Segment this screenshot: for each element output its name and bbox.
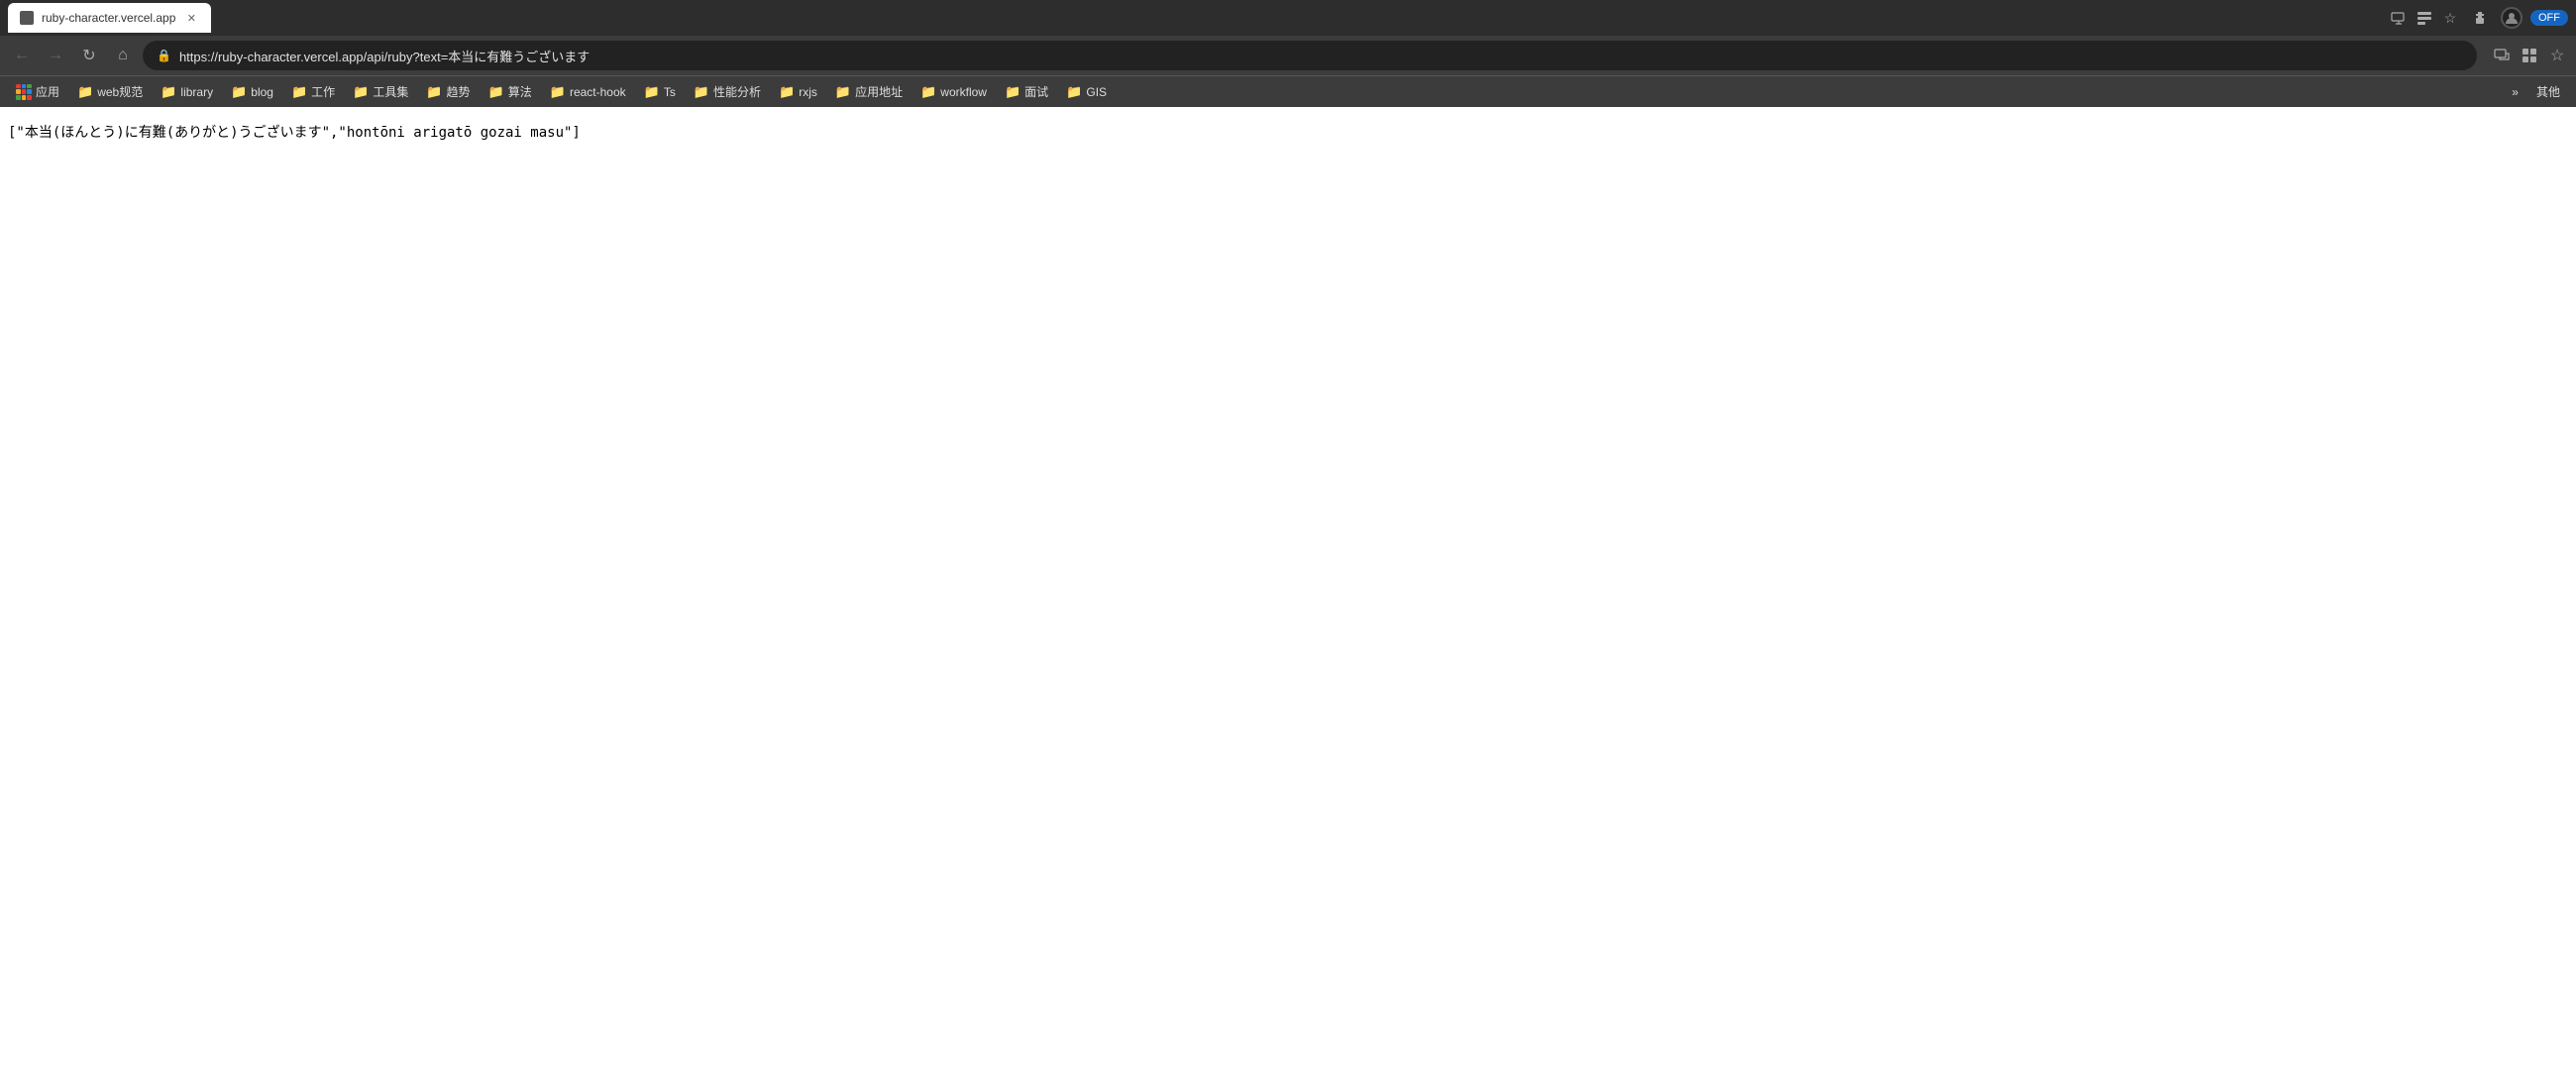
screen-mirror-icon[interactable] <box>2491 45 2513 66</box>
back-button[interactable]: ← <box>8 42 36 69</box>
bookmark-label: 工作 <box>311 83 335 100</box>
forward-button[interactable]: → <box>42 42 69 69</box>
address-bar[interactable]: 🔒 https://ruby-character.vercel.app/api/… <box>143 41 2477 70</box>
folder-icon: 📁 <box>920 84 936 100</box>
bookmark-item-react-hook[interactable]: 📁 react-hook <box>542 80 634 104</box>
url-text: https://ruby-character.vercel.app/api/ru… <box>179 47 2463 65</box>
bookmark-label: 性能分析 <box>713 83 761 100</box>
lock-icon: 🔒 <box>157 49 171 62</box>
bookmark-item-web-standards[interactable]: 📁 web规范 <box>69 79 151 104</box>
bookmark-label: library <box>180 85 213 99</box>
bookmark-item-gis[interactable]: 📁 GIS <box>1058 80 1115 104</box>
home-button[interactable]: ⌂ <box>109 42 137 69</box>
other-bookmarks-button[interactable]: 其他 <box>2528 79 2568 104</box>
bookmark-item-perf[interactable]: 📁 性能分析 <box>686 79 769 104</box>
tab-close-button[interactable]: ✕ <box>183 10 199 26</box>
folder-icon: 📁 <box>488 84 504 100</box>
folder-icon: 📁 <box>161 84 176 100</box>
bookmark-label: rxjs <box>799 85 817 99</box>
active-tab[interactable]: ruby-character.vercel.app ✕ <box>8 3 211 33</box>
folder-icon: 📁 <box>644 84 660 100</box>
bookmark-item-address[interactable]: 📁 应用地址 <box>827 79 911 104</box>
tab-title: ruby-character.vercel.app <box>42 11 175 25</box>
tab-favicon <box>20 11 34 25</box>
extensions-icon[interactable] <box>2467 5 2493 31</box>
bookmark-label: web规范 <box>97 83 143 100</box>
bookmark-label: GIS <box>1086 85 1107 99</box>
extension-toggle[interactable]: OFF <box>2530 10 2568 26</box>
bookmark-label: workflow <box>940 85 987 99</box>
folder-icon: 📁 <box>77 84 93 100</box>
toolbar-right-icons: ☆ <box>2491 45 2568 66</box>
tab-bar-icons: ☆ OFF <box>2390 5 2568 31</box>
bookmark-label: 工具集 <box>373 83 408 100</box>
tab-grid-icon[interactable] <box>2519 45 2540 66</box>
bookmarks-more-button[interactable]: » <box>2504 81 2526 103</box>
bookmark-label: 趋势 <box>447 83 471 100</box>
browser-chrome: ruby-character.vercel.app ✕ ☆ <box>0 0 2576 107</box>
json-response: ["本当(ほんとう)に有難(ありがと)うございます","hontōni arig… <box>8 123 2568 144</box>
browser-profile-icon[interactable] <box>2501 7 2522 29</box>
bookmark-label: 算法 <box>508 83 532 100</box>
bookmark-star-icon[interactable]: ☆ <box>2441 9 2459 27</box>
bookmark-item-tools[interactable]: 📁 工具集 <box>345 79 416 104</box>
folder-icon: 📁 <box>353 84 369 100</box>
favorites-star-icon[interactable]: ☆ <box>2546 45 2568 66</box>
apps-grid-icon <box>16 84 32 100</box>
extension-toggle-label: OFF <box>2538 12 2560 24</box>
address-bar-row: ← → ↻ ⌂ 🔒 https://ruby-character.vercel.… <box>0 36 2576 75</box>
bookmark-item-algorithms[interactable]: 📁 算法 <box>481 79 540 104</box>
bookmark-item-trends[interactable]: 📁 趋势 <box>418 79 478 104</box>
bookmark-item-library[interactable]: 📁 library <box>153 80 221 104</box>
page-content: ["本当(ほんとう)に有難(ありがと)うございます","hontōni arig… <box>0 107 2576 1090</box>
bookmark-item-blog[interactable]: 📁 blog <box>223 80 281 104</box>
bookmark-label: blog <box>251 85 273 99</box>
folder-icon: 📁 <box>835 84 851 100</box>
tab-bar: ruby-character.vercel.app ✕ ☆ <box>0 0 2576 36</box>
bookmark-item-ts[interactable]: 📁 Ts <box>636 80 684 104</box>
folder-icon: 📁 <box>291 84 307 100</box>
folder-icon: 📁 <box>231 84 247 100</box>
folder-icon: 📁 <box>779 84 795 100</box>
bookmark-label: react-hook <box>570 85 626 99</box>
bookmark-label: 应用地址 <box>855 83 903 100</box>
folder-icon: 📁 <box>694 84 709 100</box>
bookmark-item-interview[interactable]: 📁 面试 <box>997 79 1056 104</box>
bookmark-item-work[interactable]: 📁 工作 <box>283 79 343 104</box>
refresh-button[interactable]: ↻ <box>75 42 103 69</box>
folder-icon: 📁 <box>550 84 566 100</box>
bookmark-item-rxjs[interactable]: 📁 rxjs <box>771 80 825 104</box>
folder-icon: 📁 <box>1005 84 1020 100</box>
bookmark-item-workflow[interactable]: 📁 workflow <box>912 80 995 104</box>
folder-icon: 📁 <box>426 84 442 100</box>
bookmark-item-apps[interactable]: 应用 <box>8 79 67 104</box>
tab-search-icon[interactable] <box>2415 9 2433 27</box>
screencast-icon[interactable] <box>2390 9 2408 27</box>
bookmark-label: Ts <box>664 85 676 99</box>
bookmarks-bar: 应用 📁 web规范 📁 library 📁 blog 📁 工作 📁 工具集 📁… <box>0 75 2576 107</box>
bookmark-apps-label: 应用 <box>36 83 59 100</box>
folder-icon: 📁 <box>1066 84 1082 100</box>
bookmark-label: 面试 <box>1024 83 1048 100</box>
